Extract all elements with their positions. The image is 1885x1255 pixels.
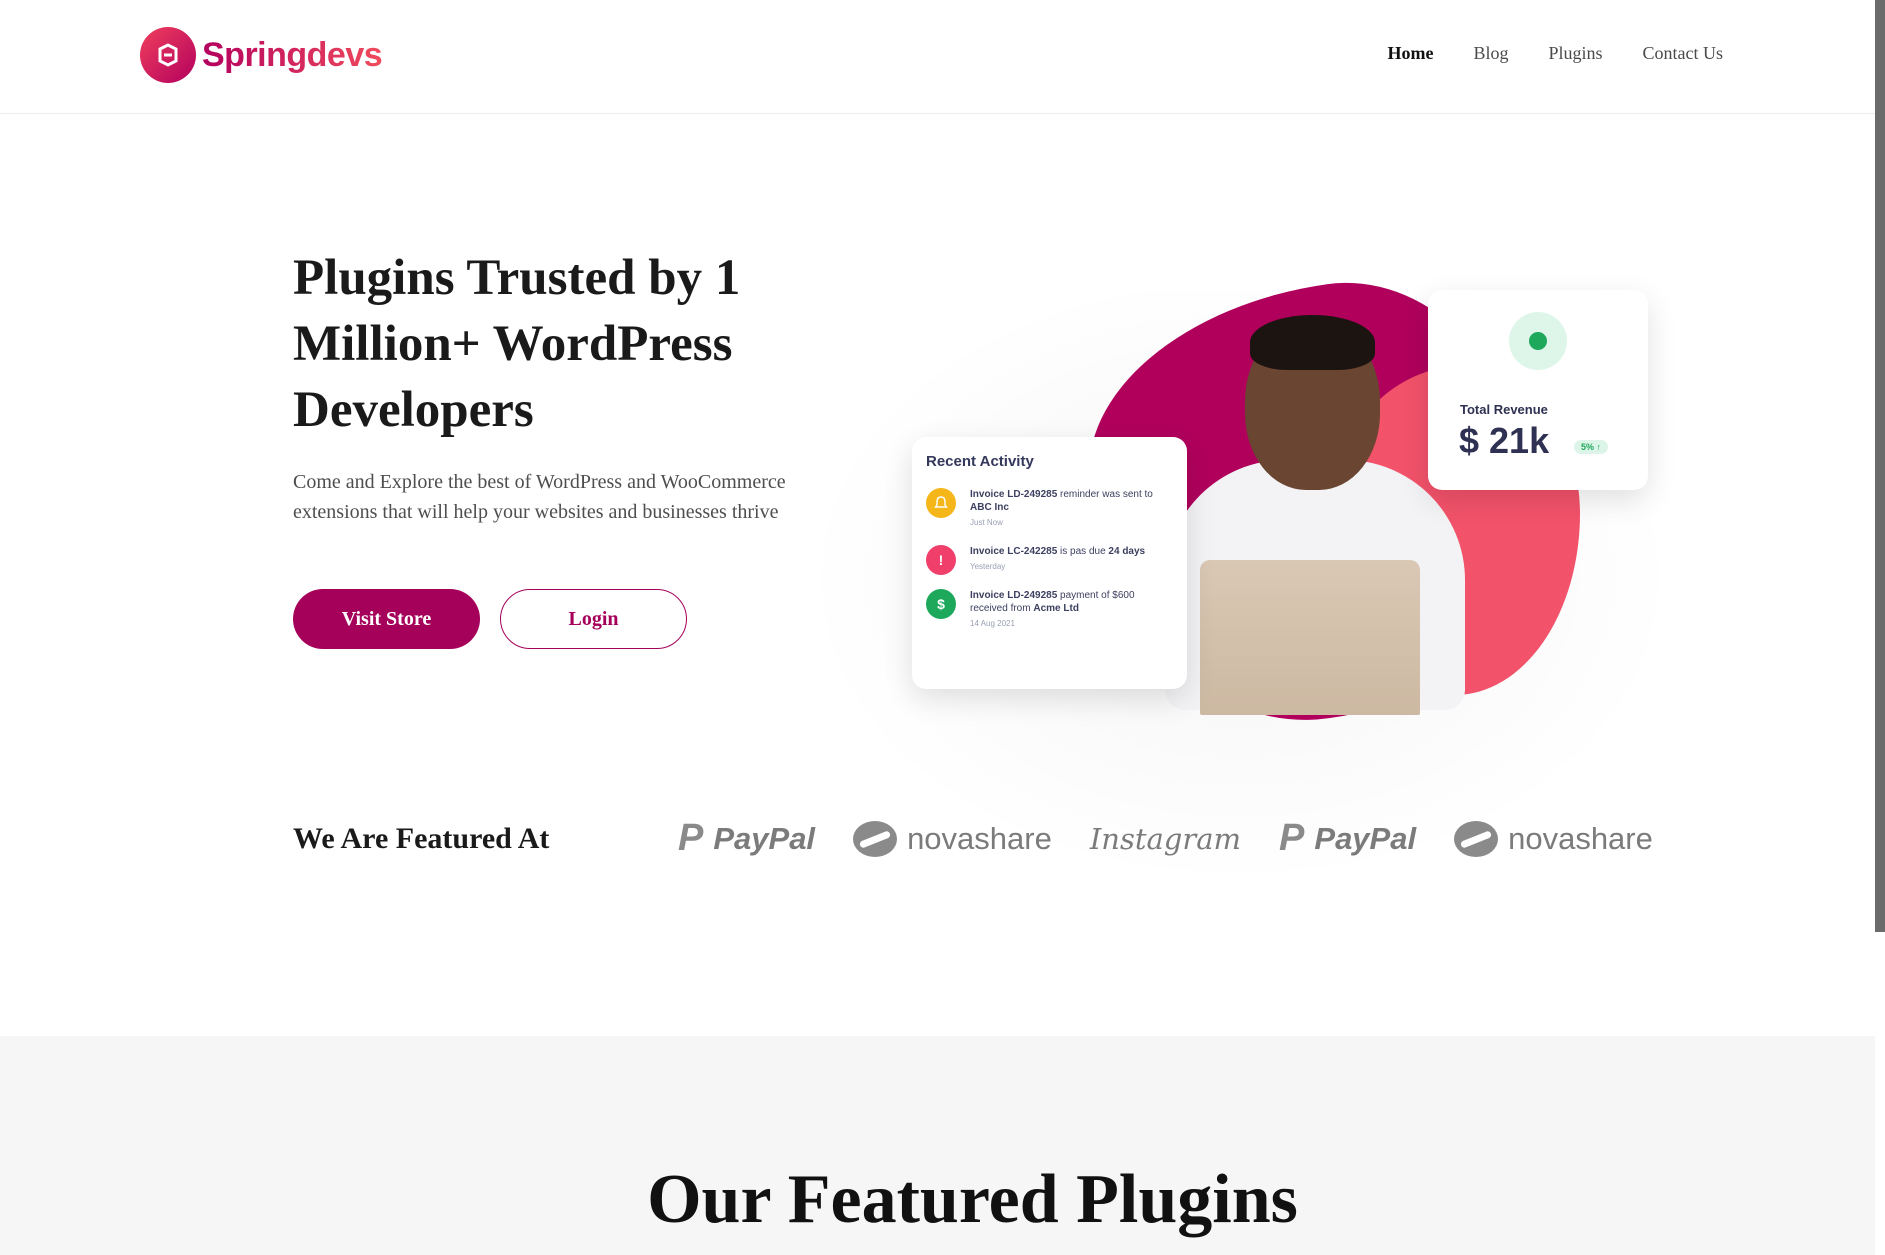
featured-heading: We Are Featured At	[293, 822, 550, 855]
featured-plugins-section: Our Featured Plugins	[0, 1036, 1875, 1255]
status-dot-icon	[1509, 312, 1567, 370]
activity-time: Just Now	[970, 518, 1003, 527]
activity-text: Invoice LD-249285 reminder was sent to A…	[970, 489, 1153, 513]
novashare-logo: novashare	[853, 820, 1052, 857]
paypal-icon: P	[678, 817, 704, 859]
activity-text: Invoice LC-242285 is pas due 24 days	[970, 546, 1146, 557]
logo-icon	[140, 27, 196, 83]
activity-title: Recent Activity	[926, 453, 1034, 470]
nav-blog[interactable]: Blog	[1473, 43, 1508, 64]
revenue-badge: 5% ↑	[1574, 440, 1609, 454]
recent-activity-card: Recent Activity Invoice LD-249285 remind…	[912, 437, 1187, 689]
laptop-image	[1200, 560, 1420, 715]
revenue-label: Total Revenue	[1460, 402, 1548, 417]
main-nav: Home Blog Plugins Contact Us	[1387, 43, 1723, 64]
alert-icon: !	[926, 545, 956, 575]
instagram-logo: Instagram	[1089, 821, 1242, 856]
nav-plugins[interactable]: Plugins	[1548, 43, 1602, 64]
site-logo[interactable]: Springdevs	[140, 27, 383, 83]
total-revenue-card: Total Revenue $ 21k 5% ↑	[1428, 290, 1648, 490]
activity-item: $ Invoice LD-249285 payment of $600 rece…	[926, 589, 1173, 628]
person-hair	[1250, 315, 1375, 370]
novashare-icon	[1454, 820, 1499, 857]
novashare-logo: novashare	[1454, 820, 1653, 857]
novashare-icon	[853, 820, 898, 857]
dollar-icon: $	[926, 589, 956, 619]
activity-item: Invoice LD-249285 reminder was sent to A…	[926, 488, 1173, 527]
section-title: Our Featured Plugins	[647, 1161, 1298, 1238]
logo-text: Springdevs	[202, 35, 383, 74]
activity-time: Yesterday	[970, 562, 1006, 571]
activity-item: ! Invoice LC-242285 is pas due 24 days Y…	[926, 545, 1173, 575]
site-header: Springdevs Home Blog Plugins Contact Us	[0, 0, 1875, 114]
visit-store-button[interactable]: Visit Store	[293, 589, 480, 649]
nav-contact-us[interactable]: Contact Us	[1643, 43, 1724, 64]
bell-icon	[926, 488, 956, 518]
scrollbar[interactable]	[1875, 0, 1885, 932]
revenue-value: $ 21k	[1459, 420, 1550, 461]
nav-home[interactable]: Home	[1387, 43, 1433, 64]
hero-illustration: Recent Activity Invoice LD-249285 remind…	[740, 259, 1740, 930]
activity-time: 14 Aug 2021	[970, 619, 1015, 628]
paypal-logo: P PayPal	[678, 817, 816, 859]
paypal-icon: P	[1279, 817, 1305, 859]
activity-text: Invoice LD-249285 payment of $600 receiv…	[970, 590, 1135, 614]
login-button[interactable]: Login	[500, 589, 687, 649]
paypal-logo: P PayPal	[1279, 817, 1417, 859]
featured-logos: P PayPal novashare Instagram P PayPal no…	[678, 817, 1653, 860]
